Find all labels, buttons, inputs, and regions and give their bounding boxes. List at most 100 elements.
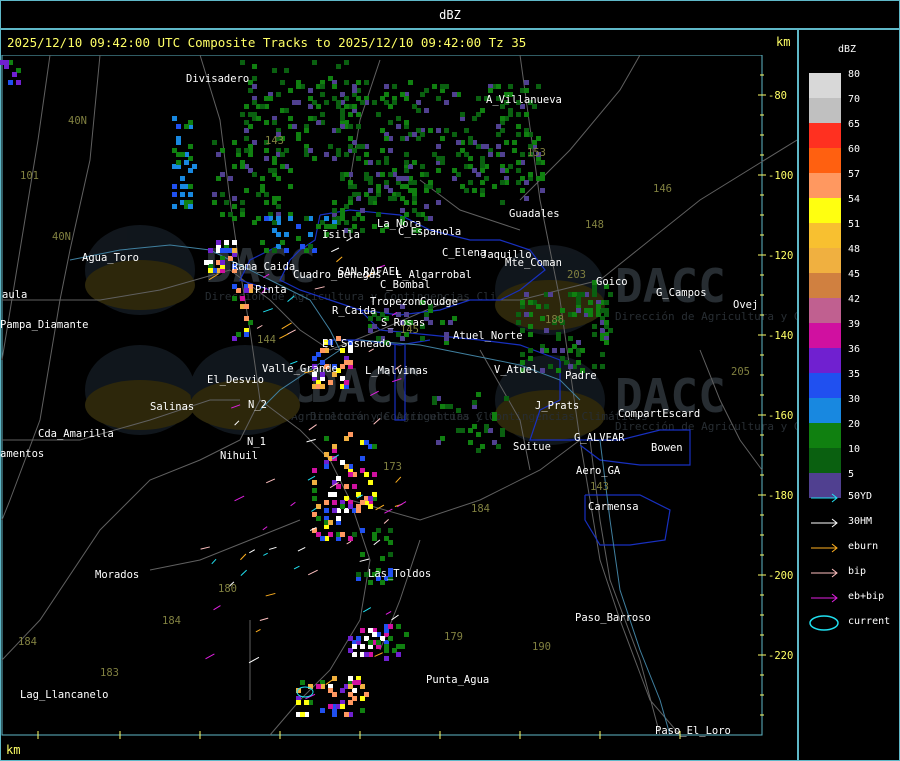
- place-label: Las_Toldos: [368, 568, 431, 580]
- radar-map[interactable]: DACCDirección de Agricultura y Contingen…: [0, 55, 797, 740]
- track-arrow: [213, 605, 221, 611]
- echo-cell: [508, 84, 513, 89]
- y-tick-label: -220: [768, 650, 793, 662]
- legend-swatch: [809, 398, 841, 423]
- watermark-subtext: Dirección de Agricultura y Contingencias…: [310, 410, 648, 423]
- echo-cell: [188, 192, 193, 197]
- track-arrow: [287, 329, 296, 335]
- echo-cell: [352, 148, 357, 153]
- legend-title: dBZ: [838, 44, 857, 55]
- place-label: CompartEscard: [618, 408, 700, 420]
- echo-cell: [368, 176, 373, 181]
- km-unit-bottom: km: [6, 743, 21, 757]
- echo-cell: [580, 292, 585, 297]
- echo-cell: [244, 304, 249, 309]
- place-label: Aero_GA: [576, 465, 621, 477]
- echo-cell: [232, 216, 237, 221]
- track-arrow: [314, 286, 325, 290]
- echo-cell: [432, 396, 437, 401]
- track-arrow: [374, 652, 383, 657]
- echo-cell: [436, 128, 441, 133]
- echo-cell: [476, 96, 481, 101]
- echo-cell: [456, 408, 461, 413]
- echo-cell: [604, 300, 609, 305]
- track-arrow: [362, 607, 372, 613]
- echo-cell: [220, 212, 225, 217]
- track-arrow: [205, 653, 215, 660]
- echo-cell: [392, 84, 397, 89]
- echo-cell: [440, 136, 445, 141]
- place-label: Goico: [596, 276, 628, 288]
- place-label: Paso_El_Loro: [655, 725, 731, 737]
- echo-cell: [496, 124, 501, 129]
- track-arrow-icon: [811, 568, 838, 578]
- echo-cell: [540, 188, 545, 193]
- echo-cell: [472, 400, 477, 405]
- echo-cell: [356, 508, 361, 513]
- echo-cell: [336, 484, 341, 489]
- echo-cell: [568, 348, 573, 353]
- echo-cell: [516, 112, 521, 117]
- echo-cell: [516, 160, 521, 165]
- echo-cell: [484, 144, 489, 149]
- track-arrow: [325, 678, 335, 685]
- echo-cell: [400, 136, 405, 141]
- echo-cell: [548, 364, 553, 369]
- echo-cell: [424, 204, 429, 209]
- place-label: Tropezon: [370, 296, 421, 308]
- echo-cell: [324, 500, 329, 505]
- echo-cell: [380, 172, 385, 177]
- echo-cell: [524, 112, 529, 117]
- y-tick-label: -100: [768, 170, 793, 182]
- echo-cell: [604, 340, 609, 345]
- echo-cell: [576, 300, 581, 305]
- echo-cell: [368, 188, 373, 193]
- echo-cell: [504, 396, 509, 401]
- echo-cell: [220, 172, 225, 177]
- place-label: Cda_Amarilla: [38, 428, 114, 440]
- echo-cell: [352, 192, 357, 197]
- y-tick-label: -180: [768, 490, 793, 502]
- echo-cell: [444, 336, 449, 341]
- y-axis-km: -80 -100 -120 -140 -160 -180 -200 -220: [758, 74, 793, 716]
- echo-cell: [312, 480, 317, 485]
- echo-cell: [376, 212, 381, 217]
- echo-cell: [552, 348, 557, 353]
- echo-cell: [404, 96, 409, 101]
- echo-cell: [296, 100, 301, 105]
- legend-value: 35: [848, 369, 861, 380]
- echo-cell: [528, 332, 533, 337]
- echo-cell: [360, 552, 365, 557]
- echo-cell: [492, 416, 497, 421]
- echo-cell: [576, 360, 581, 365]
- echo-cell: [528, 172, 533, 177]
- track-arrow: [263, 552, 268, 556]
- echo-cell: [328, 520, 333, 525]
- echo-cell: [348, 124, 353, 129]
- place-label: Rama_Caida: [232, 261, 295, 273]
- echo-cell: [468, 180, 473, 185]
- echo-cell: [288, 184, 293, 189]
- echo-cell: [500, 200, 505, 205]
- echo-cell: [252, 64, 257, 69]
- track-legend-eb+bip: eb+bip: [809, 590, 899, 606]
- echo-cell: [232, 140, 237, 145]
- echo-cell: [436, 440, 441, 445]
- place-label: Valle_Grande: [262, 363, 338, 375]
- echo-cell: [316, 504, 321, 509]
- track-arrow: [265, 478, 276, 484]
- echo-cell: [272, 156, 277, 161]
- track-legend-label: current: [848, 616, 891, 627]
- echo-cell: [456, 152, 461, 157]
- legend-value: 70: [848, 94, 861, 105]
- echo-cell: [500, 152, 505, 157]
- echo-cell: [388, 148, 393, 153]
- echo-cell: [360, 528, 365, 533]
- echo-cell: [348, 472, 353, 477]
- track-arrow: [263, 308, 273, 313]
- route-number-label: 173: [383, 461, 402, 473]
- echo-cell: [276, 204, 281, 209]
- echo-cell: [320, 92, 325, 97]
- echo-cell: [236, 148, 241, 153]
- echo-cell: [324, 216, 329, 221]
